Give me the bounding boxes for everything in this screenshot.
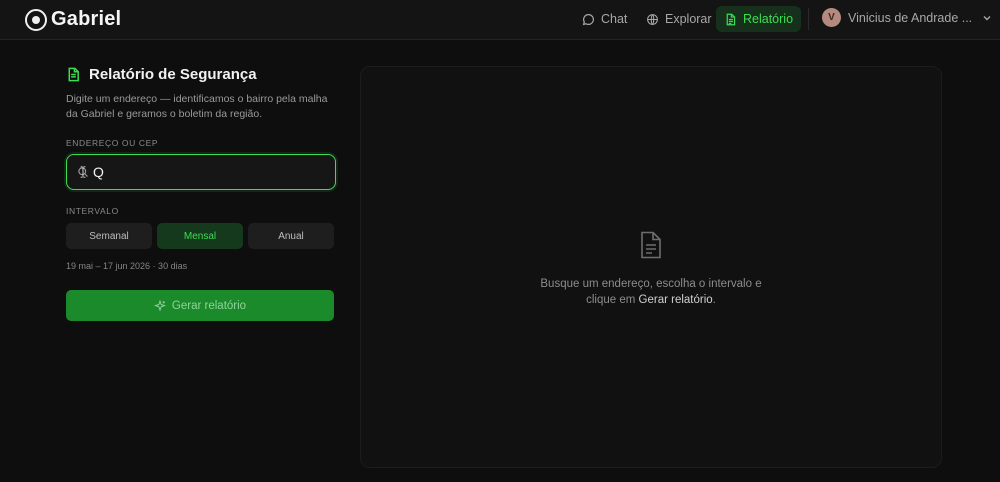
document-icon [68, 67, 79, 82]
empty-state-line2-prefix: clique em [586, 294, 636, 306]
top-bar: Gabriel Chat Explorar Relatório V Vinici… [0, 0, 1000, 40]
page-description: Digite um endereço — identificamos o bai… [66, 93, 328, 120]
user-name: Vinicius de Andrade ... [848, 10, 973, 25]
nav-chat-label: Chat [601, 12, 628, 26]
nav-chat[interactable]: Chat [574, 6, 635, 32]
generate-report-button[interactable]: Gerar relatório [66, 290, 334, 321]
empty-state-line1: Busque um endereço, escolha o intervalo … [540, 278, 762, 290]
document-icon [641, 231, 661, 259]
logo-icon [25, 8, 47, 31]
interval-yearly-button[interactable]: Anual [248, 223, 334, 249]
globe-icon [647, 13, 658, 25]
empty-state: Busque um endereço, escolha o intervalo … [361, 231, 941, 308]
app-name: Gabriel [51, 8, 122, 30]
interval-selector: Semanal Mensal Anual [66, 223, 336, 249]
chevron-down-icon [983, 15, 991, 20]
address-field[interactable] [66, 154, 336, 190]
interval-monthly-button[interactable]: Mensal [157, 223, 243, 249]
address-input[interactable] [93, 161, 323, 183]
app-logo[interactable]: Gabriel [25, 8, 121, 31]
empty-state-text: Busque um endereço, escolha o intervalo … [361, 276, 941, 308]
chat-bubble-icon [582, 13, 594, 25]
nav-report[interactable]: Relatório [716, 6, 802, 32]
sparkle-icon [153, 299, 166, 312]
nav-divider [808, 8, 809, 30]
generate-report-label: Gerar relatório [171, 299, 247, 312]
report-header: Relatório de Segurança [66, 66, 336, 83]
address-label: ENDEREÇO OU CEP [66, 138, 159, 148]
nav-explore[interactable]: Explorar [638, 6, 720, 32]
text-cursor-icon [80, 166, 86, 178]
empty-state-line2-suffix: . [712, 294, 716, 306]
date-range-text: 19 mai – 17 jun 2026 · 30 dias [66, 261, 188, 271]
user-menu[interactable]: V Vinicius de Andrade ... [822, 8, 992, 27]
page-title: Relatório de Segurança [89, 66, 257, 83]
nav-report-label: Relatório [743, 12, 794, 26]
report-form: Relatório de Segurança Digite um endereç… [66, 66, 336, 321]
empty-state-action: Gerar relatório [638, 294, 713, 306]
interval-weekly-button[interactable]: Semanal [66, 223, 152, 249]
report-preview-panel: Busque um endereço, escolha o intervalo … [360, 66, 942, 468]
nav-explore-label: Explorar [665, 12, 712, 26]
avatar: V [822, 8, 841, 27]
interval-label: INTERVALO [66, 206, 119, 216]
document-icon [726, 13, 736, 25]
